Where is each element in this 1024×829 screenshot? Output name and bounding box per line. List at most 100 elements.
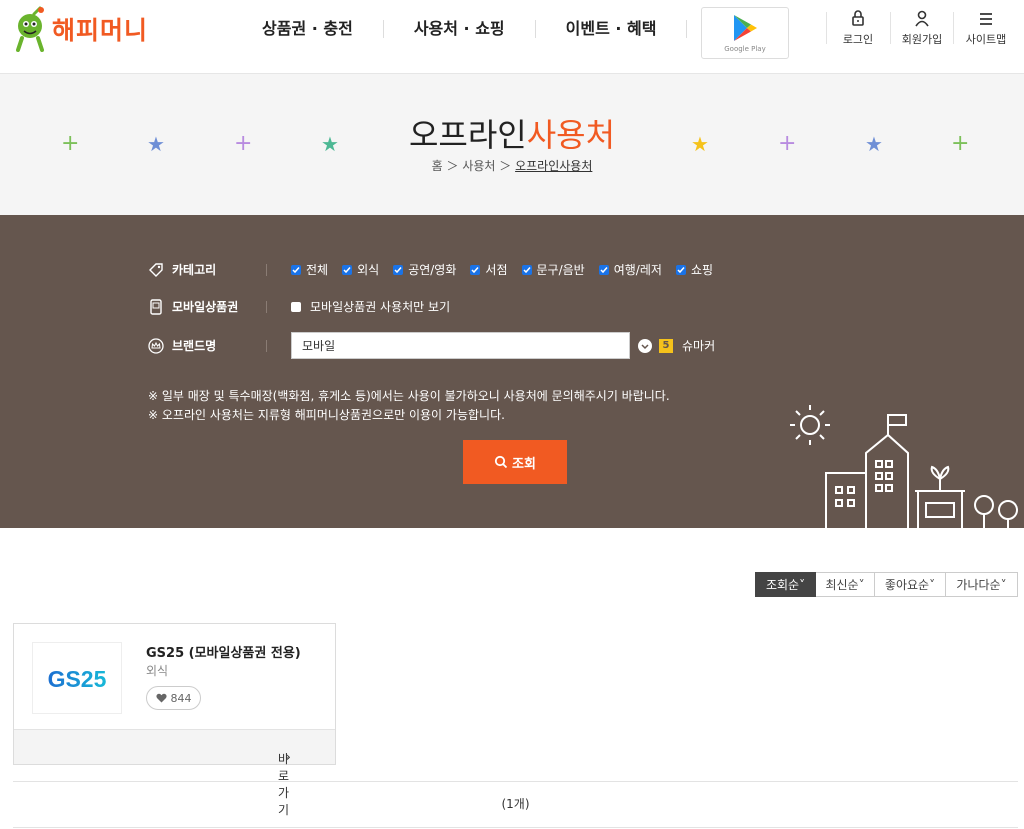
breadcrumb-current[interactable]: 오프라인사용처 <box>515 159 592 173</box>
check-icon <box>598 264 609 275</box>
login-button[interactable]: 로그인 <box>838 8 878 48</box>
nav-item-gift-card[interactable]: 상품권 · 충전 <box>232 16 383 42</box>
notice-line: ※ 일부 매장 및 특수매장(백화점, 휴게소 등)에서는 사용이 불가하오니 … <box>148 389 670 403</box>
store-card: GS25 GS25 (모바일상품권 전용) 외식 844 바로가기 › <box>13 623 336 817</box>
chevron-right-icon: › <box>286 750 291 764</box>
store-link-bar[interactable]: 바로가기 › <box>14 729 335 817</box>
row-divider <box>266 300 267 313</box>
checkbox-label: 모바일상품권 사용처만 보기 <box>310 300 451 314</box>
nav-item-event[interactable]: 이벤트 · 혜택 <box>536 16 687 42</box>
checkbox-box <box>291 301 301 312</box>
user-icon <box>915 10 929 27</box>
brand-row: 브랜드명 5 슈마커 <box>148 332 715 359</box>
breadcrumb-usage[interactable]: 사용처 <box>462 159 495 173</box>
gs25-logo: GS25 <box>48 666 107 692</box>
checkbox-books[interactable]: 서점 <box>470 261 508 278</box>
checkbox-label: 쇼핑 <box>690 263 714 277</box>
sort-alphabetical[interactable]: 가나다순 ˅ <box>946 572 1018 597</box>
checkbox-movie[interactable]: 공연/영화 <box>393 261 456 278</box>
checkbox-label: 전체 <box>306 263 329 277</box>
checkbox-travel[interactable]: 여행/레저 <box>598 261 662 278</box>
google-play-label: Google Play <box>724 44 766 53</box>
checkbox-label: 공연/영화 <box>408 263 457 277</box>
mobile-label: 모바일상품권 <box>148 298 266 315</box>
login-label: 로그인 <box>842 33 874 46</box>
mobile-icon <box>150 298 162 315</box>
chevron-down-icon[interactable] <box>638 338 652 353</box>
check-icon <box>521 264 532 275</box>
check-icon <box>291 264 301 275</box>
checkbox-mobile-only[interactable]: 모바일상품권 사용처만 보기 <box>291 298 450 315</box>
checkbox-stationery[interactable]: 문구/음반 <box>521 261 585 278</box>
brand-label: 브랜드명 <box>148 337 266 354</box>
row-divider <box>266 263 267 276</box>
sitemap-label: 사이트맵 <box>965 33 1007 46</box>
check-icon <box>470 264 481 275</box>
sort-views[interactable]: 조회순 ˅ <box>755 572 816 597</box>
lock-icon <box>852 10 864 26</box>
google-play-button[interactable]: Google Play <box>701 7 789 59</box>
join-label: 회원가입 <box>901 33 943 46</box>
checkbox-label: 외식 <box>357 263 380 277</box>
mobile-row: 모바일상품권 모바일상품권 사용처만 보기 <box>148 298 464 315</box>
chevron-down-icon: ˅ <box>858 577 865 592</box>
suggest-keyword[interactable]: 슈마커 <box>682 337 715 354</box>
logo[interactable]: 해피머니 <box>12 4 172 54</box>
checkbox-all[interactable]: 전체 <box>291 261 328 278</box>
chevron-right-icon: ＞ <box>499 159 516 173</box>
like-button[interactable]: 844 <box>146 686 201 710</box>
search-button[interactable]: 조회 <box>463 440 567 484</box>
sort-label: 가나다순 <box>956 578 1001 592</box>
breadcrumb: 홈 ＞ 사용처 ＞ 오프라인사용처 <box>0 157 1024 174</box>
sort-latest[interactable]: 최신순 ˅ <box>816 572 875 597</box>
page-title-accent: 사용처 <box>526 116 616 154</box>
checkbox-label: 문구/음반 <box>536 263 585 277</box>
page-title-area: + ★ + ★ ★ + ★ + 오프라인사용처 홈 ＞ 사용처 ＞ 오프라인사용… <box>0 74 1024 215</box>
sort-label: 최신순 <box>825 578 859 592</box>
checkbox-label: 여행/레저 <box>613 263 662 277</box>
chevron-down-icon: ˅ <box>929 577 936 592</box>
search-icon <box>494 455 508 469</box>
page-title: 오프라인사용처 <box>0 110 1024 156</box>
row-divider <box>266 339 267 352</box>
checkbox-label: 서점 <box>485 263 508 277</box>
breadcrumb-home[interactable]: 홈 <box>432 159 443 173</box>
util-divider <box>890 12 891 44</box>
page-title-main: 오프라인 <box>408 116 527 154</box>
mobile-label-text: 모바일상품권 <box>172 300 239 314</box>
check-icon <box>675 264 686 275</box>
notice-line: ※ 오프라인 사용처는 지류형 해피머니상품권으로만 이용이 가능합니다. <box>148 408 505 422</box>
mascot-icon <box>16 6 44 52</box>
brand-label-text: 브랜드명 <box>172 339 217 353</box>
sort-likes[interactable]: 좋아요순 ˅ <box>875 572 946 597</box>
check-icon <box>342 264 353 275</box>
category-label: 카테고리 <box>148 261 266 278</box>
result-count: (1개) <box>13 781 1018 828</box>
sort-tabs: 조회순 ˅ 최신순 ˅ 좋아요순 ˅ 가나다순 ˅ <box>755 572 1018 597</box>
util-divider <box>826 12 827 44</box>
checkbox-food[interactable]: 외식 <box>342 261 379 278</box>
checkbox-shopping[interactable]: 쇼핑 <box>675 261 714 278</box>
store-title[interactable]: GS25 (모바일상품권 전용) <box>146 642 301 661</box>
chevron-down-icon: ˅ <box>799 577 806 592</box>
heart-icon <box>155 693 167 703</box>
crown-icon <box>148 337 164 354</box>
join-button[interactable]: 회원가입 <box>898 8 946 48</box>
chevron-down-icon: ˅ <box>1000 577 1007 592</box>
suggest-rank-badge: 5 <box>659 338 673 353</box>
store-logo: GS25 <box>32 642 122 714</box>
chevron-right-icon: ＞ <box>446 159 463 173</box>
category-row: 카테고리 전체 외식 공연/영화 서점 문구/음반 여행/레저 쇼핑 <box>148 261 727 278</box>
gs25-logo-text: GS25 <box>48 666 107 692</box>
search-button-label: 조회 <box>512 456 536 472</box>
sort-label: 좋아요순 <box>884 578 930 592</box>
nav-divider <box>686 20 688 38</box>
brand-search-input[interactable] <box>291 332 630 359</box>
nav-item-shopping[interactable]: 사용처 · 쇼핑 <box>384 16 535 42</box>
sort-label: 조회순 <box>765 578 800 592</box>
google-play-icon <box>734 14 757 41</box>
menu-icon <box>980 13 992 25</box>
check-icon <box>393 264 404 275</box>
sitemap-button[interactable]: 사이트맵 <box>962 8 1010 48</box>
like-count: 844 <box>170 691 192 705</box>
